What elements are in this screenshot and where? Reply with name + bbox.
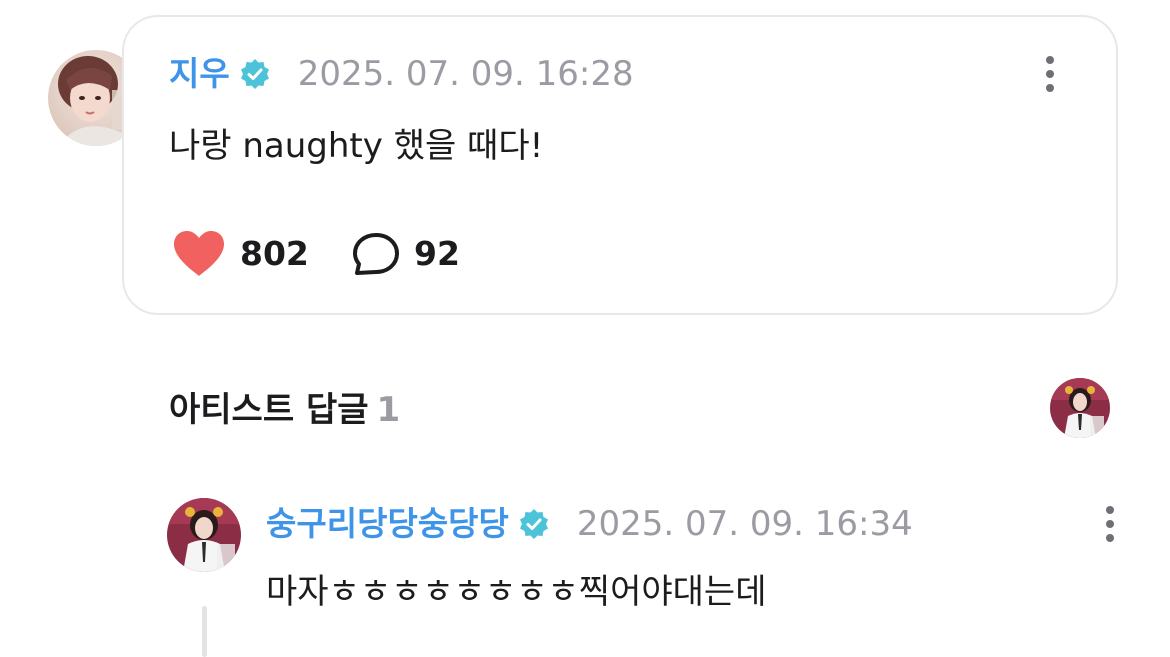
- comment-thread-screen: 지우 2025. 07. 09. 16:28 나랑 naughty 했을 때다!…: [0, 0, 1170, 657]
- avatar-photo: [167, 498, 241, 572]
- artist-avatar-small[interactable]: [1050, 378, 1110, 438]
- post-more-options-icon[interactable]: [1035, 52, 1065, 96]
- reply-author-name[interactable]: 숭구리당당숭당당: [266, 504, 509, 544]
- artist-replies-header: 아티스트 답글 1: [169, 388, 400, 432]
- comment-count: 92: [414, 234, 460, 273]
- heart-icon: [172, 230, 226, 278]
- reply-more-options-icon[interactable]: [1095, 502, 1125, 546]
- post-timestamp: 2025. 07. 09. 16:28: [297, 54, 634, 94]
- verified-badge-icon: [519, 509, 549, 539]
- reply-author-row: 숭구리당당숭당당 2025. 07. 09. 16:34: [266, 504, 913, 544]
- thread-connector-line: [202, 606, 207, 657]
- like-count: 802: [240, 234, 309, 273]
- reply-author-avatar[interactable]: [167, 498, 241, 572]
- artist-replies-count: 1: [376, 390, 401, 430]
- artist-replies-title: 아티스트 답글: [169, 390, 369, 430]
- comment-button[interactable]: 92: [352, 232, 460, 276]
- avatar-photo: [1050, 378, 1110, 438]
- reply-text: 마자ㅎㅎㅎㅎㅎㅎㅎㅎ찍어야대는데: [266, 572, 767, 612]
- post-author-row: 지우 2025. 07. 09. 16:28: [169, 54, 634, 94]
- like-button[interactable]: 802: [172, 230, 309, 278]
- post-text: 나랑 naughty 했을 때다!: [169, 126, 544, 166]
- reply-timestamp: 2025. 07. 09. 16:34: [576, 504, 913, 544]
- comment-bubble-icon: [352, 232, 400, 276]
- post-author-name[interactable]: 지우: [169, 54, 230, 94]
- verified-badge-icon: [240, 59, 270, 89]
